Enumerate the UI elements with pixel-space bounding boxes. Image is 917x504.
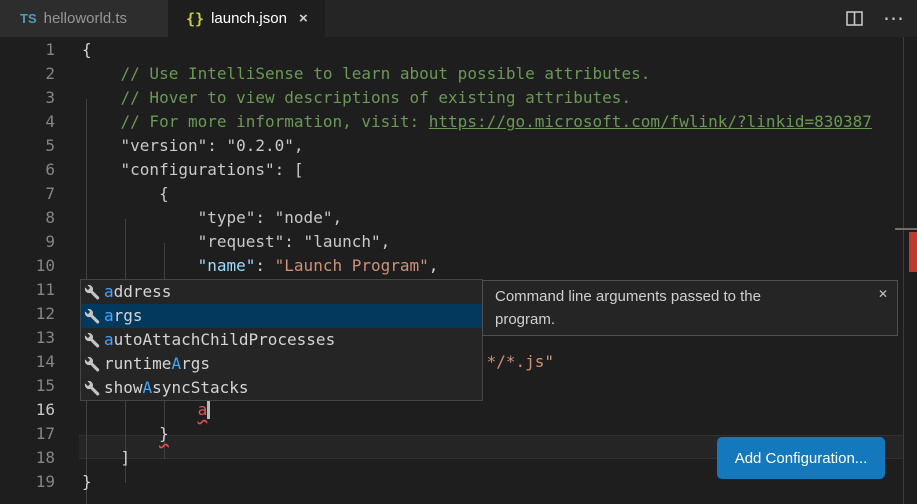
editor-actions: ⋯ <box>846 0 917 37</box>
text-cursor <box>207 400 210 419</box>
code-text: "request": "launch", <box>82 230 390 254</box>
typescript-file-icon: TS <box>20 11 37 26</box>
suggest-item-args[interactable]: args <box>81 304 482 328</box>
code-text: { <box>82 38 92 62</box>
code-text: // Use IntelliSense to learn about possi… <box>82 62 650 86</box>
line-number[interactable]: 15 <box>0 374 55 398</box>
code-line-1[interactable]: 1{ <box>0 38 917 62</box>
suggest-item-address[interactable]: address <box>81 280 482 304</box>
tab-helloworld-ts[interactable]: TS helloworld.ts <box>0 0 168 37</box>
suggest-item-showAsyncStacks[interactable]: showAsyncStacks <box>81 376 482 400</box>
docs-close-icon[interactable]: ✕ <box>878 283 888 306</box>
tab-bar: TS helloworld.ts {} launch.json × ⋯ <box>0 0 917 37</box>
code-text: // Hover to view descriptions of existin… <box>82 86 631 110</box>
code-text: "name": "Launch Program", <box>82 254 438 278</box>
code-text: "version": "0.2.0", <box>82 134 304 158</box>
code-line-10[interactable]: 10 "name": "Launch Program", <box>0 254 917 278</box>
line-number[interactable]: 14 <box>0 350 55 374</box>
line-number[interactable]: 16 <box>0 398 55 422</box>
more-actions-icon[interactable]: ⋯ <box>883 8 905 29</box>
error-overview-marker <box>909 232 917 272</box>
wrench-icon <box>84 284 101 301</box>
tab-launch-json[interactable]: {} launch.json × <box>168 0 325 37</box>
line-number[interactable]: 2 <box>0 62 55 86</box>
line-number[interactable]: 3 <box>0 86 55 110</box>
code-line-7[interactable]: 7 { <box>0 182 917 206</box>
line-number[interactable]: 4 <box>0 110 55 134</box>
line-number[interactable]: 8 <box>0 206 55 230</box>
code-text: } <box>82 422 169 446</box>
line-number[interactable]: 6 <box>0 158 55 182</box>
suggest-docs: Command line arguments passed to the pro… <box>482 280 898 336</box>
code-text: } <box>82 470 92 494</box>
code-text: "type": "node", <box>82 206 342 230</box>
scrollbar-slider-edge[interactable] <box>895 228 917 230</box>
tab-label: launch.json <box>211 10 287 27</box>
split-editor-icon[interactable] <box>846 11 863 26</box>
tab-label: helloworld.ts <box>44 10 127 27</box>
code-text: a <box>82 398 210 422</box>
line-number[interactable]: 5 <box>0 134 55 158</box>
line-number[interactable]: 11 <box>0 278 55 302</box>
line-number[interactable]: 17 <box>0 422 55 446</box>
suggest-item-autoAttachChildProcesses[interactable]: autoAttachChildProcesses <box>81 328 482 352</box>
code-line-8[interactable]: 8 "type": "node", <box>0 206 917 230</box>
code-line-4[interactable]: 4 // For more information, visit: https:… <box>0 110 917 134</box>
code-line-16[interactable]: 16 a <box>0 398 917 422</box>
code-text: "configurations": [ <box>82 158 304 182</box>
line-number[interactable]: 19 <box>0 470 55 494</box>
line-number[interactable]: 13 <box>0 326 55 350</box>
close-tab-icon[interactable]: × <box>299 10 308 27</box>
overview-ruler[interactable] <box>903 37 904 504</box>
code-line-2[interactable]: 2 // Use IntelliSense to learn about pos… <box>0 62 917 86</box>
wrench-icon <box>84 332 101 349</box>
line-number[interactable]: 10 <box>0 254 55 278</box>
editor-pane[interactable]: 1{2 // Use IntelliSense to learn about p… <box>0 37 917 504</box>
code-line-3[interactable]: 3 // Hover to view descriptions of exist… <box>0 86 917 110</box>
line-number[interactable]: 1 <box>0 38 55 62</box>
line-number[interactable]: 7 <box>0 182 55 206</box>
wrench-icon <box>84 356 101 373</box>
suggest-widget: addressargsautoAttachChildProcessesrunti… <box>80 279 483 401</box>
code-line-5[interactable]: 5 "version": "0.2.0", <box>0 134 917 158</box>
suggest-item-runtimeArgs[interactable]: runtimeArgs <box>81 352 482 376</box>
suggest-docs-text: Command line arguments passed to the pro… <box>495 285 825 331</box>
code-line-9[interactable]: 9 "request": "launch", <box>0 230 917 254</box>
json-braces-icon: {} <box>186 10 204 28</box>
line-number[interactable]: 9 <box>0 230 55 254</box>
add-configuration-button[interactable]: Add Configuration... <box>717 437 885 479</box>
line-number[interactable]: 18 <box>0 446 55 470</box>
code-text: ] <box>82 446 130 470</box>
code-line-6[interactable]: 6 "configurations": [ <box>0 158 917 182</box>
code-text: { <box>82 182 169 206</box>
wrench-icon <box>84 308 101 325</box>
vscode-editor-window: TS helloworld.ts {} launch.json × ⋯ 1{2 … <box>0 0 917 504</box>
code-text: // For more information, visit: https://… <box>82 110 872 134</box>
wrench-icon <box>84 380 101 397</box>
line-number[interactable]: 12 <box>0 302 55 326</box>
